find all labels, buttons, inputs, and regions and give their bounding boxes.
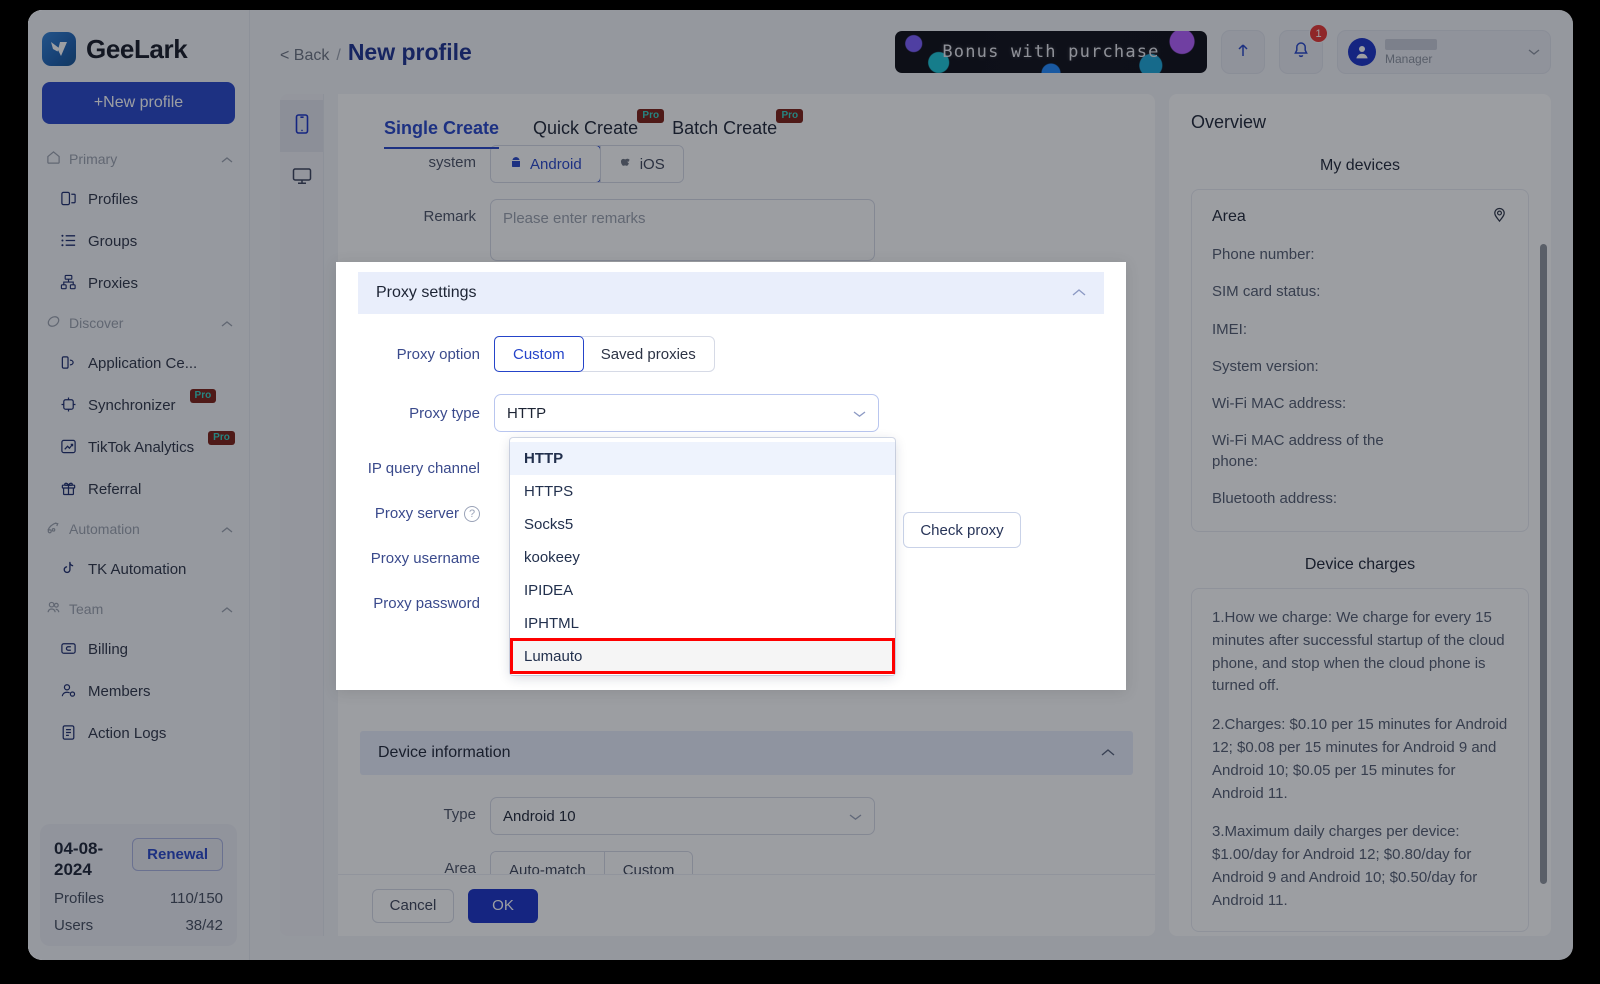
dropdown-option-kookeey[interactable]: kookeey bbox=[510, 541, 895, 574]
proxy-option-label: Proxy option bbox=[396, 345, 480, 363]
proxy-type-value: HTTP bbox=[507, 404, 547, 422]
proxy-option-segmented-control: Custom Saved proxies bbox=[494, 336, 715, 372]
proxy-settings-panel: Proxy settings Proxy option Custom Saved… bbox=[336, 262, 1126, 690]
dropdown-option-lumauto[interactable]: Lumauto bbox=[510, 640, 895, 673]
section-title: Proxy settings bbox=[376, 284, 477, 301]
proxy-type-select[interactable]: HTTP bbox=[494, 394, 879, 432]
ip-query-channel-label: IP query channel bbox=[367, 460, 480, 477]
proxy-password-label: Proxy password bbox=[373, 595, 480, 612]
proxy-settings-section-header[interactable]: Proxy settings bbox=[358, 272, 1104, 314]
proxy-type-row: Proxy type HTTP bbox=[358, 394, 1126, 432]
check-proxy-button[interactable]: Check proxy bbox=[903, 512, 1021, 548]
proxy-type-dropdown: HTTP HTTPS Socks5 kookeey IPIDEA IPHTML … bbox=[510, 438, 895, 675]
dropdown-last-option-wrap: Lumauto bbox=[510, 638, 895, 674]
proxy-server-label: Proxy server bbox=[374, 505, 459, 522]
proxy-username-label: Proxy username bbox=[370, 550, 480, 567]
dropdown-option-socks5[interactable]: Socks5 bbox=[510, 508, 895, 541]
proxy-server-label-wrap: Proxy server ? bbox=[358, 505, 480, 522]
proxy-type-label: Proxy type bbox=[409, 404, 480, 422]
dropdown-option-https[interactable]: HTTPS bbox=[510, 475, 895, 508]
question-mark-icon[interactable]: ? bbox=[464, 505, 480, 522]
proxy-option-saved-proxies[interactable]: Saved proxies bbox=[583, 337, 714, 371]
dropdown-option-http[interactable]: HTTP bbox=[510, 442, 895, 475]
proxy-option-custom[interactable]: Custom bbox=[494, 336, 584, 372]
proxy-option-row: Proxy option Custom Saved proxies bbox=[358, 336, 1126, 372]
app-window: GeeLark +New profile Primary Profiles Gr… bbox=[28, 10, 1573, 960]
dropdown-option-iphtml[interactable]: IPHTML bbox=[510, 607, 895, 640]
chevron-up-icon[interactable] bbox=[1072, 284, 1086, 302]
dropdown-option-ipidea[interactable]: IPIDEA bbox=[510, 574, 895, 607]
screenshot-root: GeeLark +New profile Primary Profiles Gr… bbox=[0, 0, 1600, 984]
chevron-down-icon bbox=[853, 405, 866, 422]
